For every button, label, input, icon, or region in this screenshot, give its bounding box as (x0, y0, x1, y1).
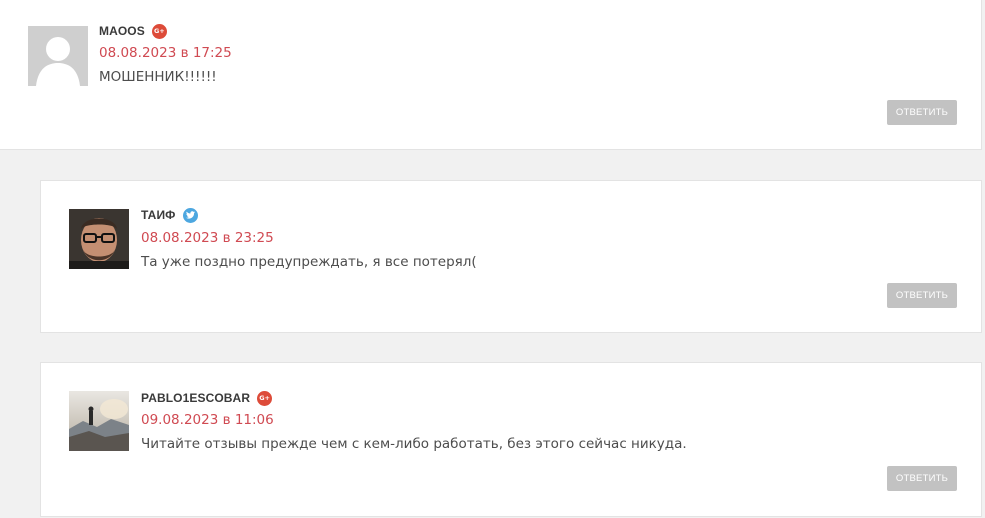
comment-card: ТАИФ 08.08.2023 в 23:25 Та уже поздно пр… (40, 180, 982, 333)
reply-button[interactable]: ОТВЕТИТЬ (887, 466, 957, 491)
comment-text: Та уже поздно предупреждать, я все потер… (141, 254, 477, 270)
google-plus-icon[interactable]: G+ (257, 390, 273, 406)
comment-author-row: ТАИФ (141, 206, 198, 224)
comment-card: PABLO1ESCOBAR G+ 09.08.2023 в 11:06 Чита… (40, 362, 982, 517)
comment-author-row: MAOOS G+ (99, 22, 167, 40)
comment-text: Читайте отзывы прежде чем с кем-либо раб… (141, 436, 687, 452)
twitter-icon[interactable] (182, 207, 198, 223)
reply-button[interactable]: ОТВЕТИТЬ (887, 283, 957, 308)
comment-author[interactable]: PABLO1ESCOBAR (141, 391, 250, 405)
comment-card: MAOOS G+ 08.08.2023 в 17:25 МОШЕННИК!!!!… (0, 0, 982, 150)
comment-author[interactable]: MAOOS (99, 24, 145, 38)
default-avatar-icon (28, 26, 88, 86)
comment-date[interactable]: 09.08.2023 в 11:06 (141, 412, 274, 428)
user-avatar (69, 209, 129, 269)
comment-date[interactable]: 08.08.2023 в 17:25 (99, 45, 232, 61)
comment-author-row: PABLO1ESCOBAR G+ (141, 389, 273, 407)
comment-date[interactable]: 08.08.2023 в 23:25 (141, 230, 274, 246)
google-plus-icon[interactable]: G+ (151, 23, 167, 39)
reply-button[interactable]: ОТВЕТИТЬ (887, 100, 957, 125)
comment-author[interactable]: ТАИФ (141, 208, 176, 222)
comment-text: МОШЕННИК!!!!!! (99, 69, 217, 85)
user-avatar (69, 391, 129, 451)
